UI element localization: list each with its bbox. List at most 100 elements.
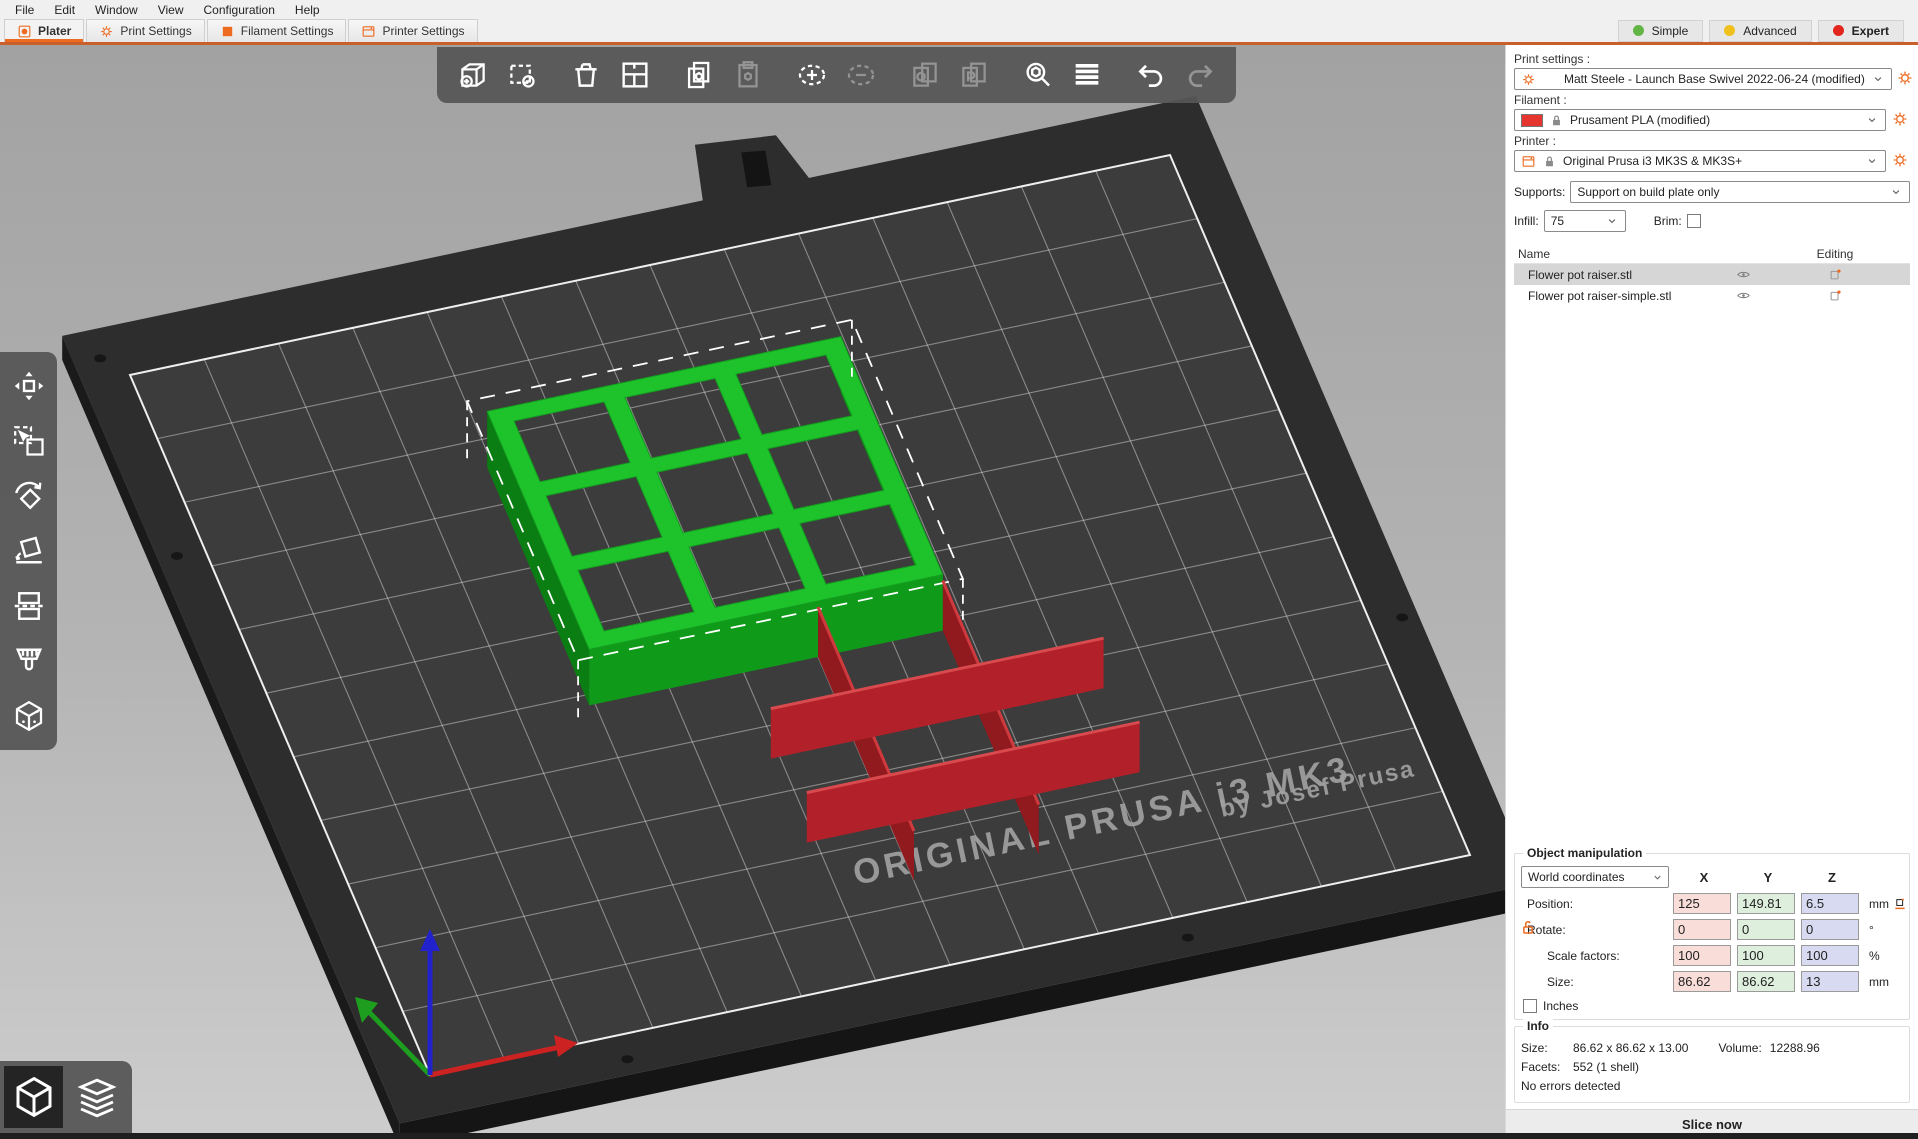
position-x-input[interactable] (1673, 893, 1731, 914)
split-to-parts-icon (957, 58, 991, 92)
undo-button[interactable] (1131, 55, 1171, 95)
split-to-parts-button[interactable] (954, 55, 994, 95)
eye-icon[interactable] (1736, 267, 1751, 282)
tab-filament-settings[interactable]: Filament Settings (207, 19, 347, 42)
menu-bar: File Edit Window View Configuration Help (0, 0, 1918, 19)
scale-z-input[interactable] (1801, 945, 1859, 966)
sliced-layers-icon (73, 1073, 121, 1121)
3d-editor-view-button[interactable] (4, 1066, 63, 1128)
supports-value: Support on build plate only (1577, 185, 1883, 199)
size-z-input[interactable] (1801, 971, 1859, 992)
info-facets-value: 552 (1 shell) (1573, 1058, 1639, 1077)
build-plate-scene[interactable]: ORIGINAL PRUSA i3 MK3 by Josef Prusa (0, 45, 1505, 1139)
cut-tool-button[interactable] (9, 586, 49, 626)
menu-window[interactable]: Window (86, 1, 147, 19)
edit-filament-button[interactable] (1890, 110, 1910, 130)
info-size-value: 86.62 x 86.62 x 13.00 (1573, 1039, 1688, 1058)
window-bottom-edge (0, 1133, 1918, 1139)
3d-viewport[interactable]: ORIGINAL PRUSA i3 MK3 by Josef Prusa (0, 45, 1505, 1139)
plater-top-toolbar (437, 47, 1236, 103)
mode-expert-button[interactable]: Expert (1818, 20, 1904, 42)
size-unit: mm (1865, 975, 1918, 989)
position-y-input[interactable] (1737, 893, 1795, 914)
infill-combo[interactable]: 75 (1544, 210, 1626, 232)
axis-x-header: X (1673, 870, 1735, 885)
search-icon (1021, 58, 1055, 92)
move-tool-button[interactable] (9, 366, 49, 406)
axis-y-header: Y (1737, 870, 1799, 885)
expert-mode-dot-icon (1833, 25, 1844, 36)
variable-layer-height-button[interactable] (1067, 55, 1107, 95)
prusaslicer-window: File Edit Window View Configuration Help… (0, 0, 1918, 1139)
add-instance-icon (795, 58, 829, 92)
arrange-button[interactable] (615, 55, 655, 95)
cut-icon (11, 588, 47, 624)
place-on-face-tool-button[interactable] (9, 531, 49, 571)
size-y-input[interactable] (1737, 971, 1795, 992)
menu-edit[interactable]: Edit (45, 1, 84, 19)
chevron-down-icon (1605, 214, 1619, 228)
scale-tool-button[interactable] (9, 421, 49, 461)
paint-supports-tool-button[interactable] (9, 641, 49, 681)
scale-y-input[interactable] (1737, 945, 1795, 966)
print-settings-value: Matt Steele - Launch Base Swivel 2022-06… (1564, 72, 1865, 86)
object-row-flower-pot-raiser-simple[interactable]: Flower pot raiser-simple.stl (1514, 285, 1910, 306)
rotate-z-input[interactable] (1801, 919, 1859, 940)
menu-file[interactable]: File (6, 1, 43, 19)
menu-help[interactable]: Help (286, 1, 329, 19)
delete-all-button[interactable] (566, 55, 606, 95)
supports-combo[interactable]: Support on build plate only (1570, 181, 1910, 203)
edit-object-icon[interactable] (1828, 267, 1843, 282)
tab-printer-settings[interactable]: Printer Settings (348, 19, 477, 42)
rotate-label: Rotate: (1521, 923, 1671, 937)
rotate-x-input[interactable] (1673, 919, 1731, 940)
add-button[interactable] (453, 55, 493, 95)
position-z-input[interactable] (1801, 893, 1859, 914)
eye-icon[interactable] (1736, 288, 1751, 303)
preview-button[interactable] (67, 1066, 126, 1128)
printer-combo[interactable]: Original Prusa i3 MK3S & MK3S+ (1514, 150, 1886, 172)
drop-to-bed-icon[interactable] (1893, 897, 1907, 911)
position-label: Position: (1521, 897, 1671, 911)
gear-icon (99, 24, 114, 39)
edit-print-settings-button[interactable] (1896, 69, 1914, 89)
mode-advanced-button[interactable]: Advanced (1709, 20, 1811, 42)
rotate-y-input[interactable] (1737, 919, 1795, 940)
filament-combo[interactable]: Prusament PLA (modified) (1514, 109, 1886, 131)
object-name: Flower pot raiser.stl (1514, 268, 1726, 282)
paste-button[interactable] (728, 55, 768, 95)
inches-checkbox[interactable] (1523, 999, 1537, 1013)
search-button[interactable] (1018, 55, 1058, 95)
print-settings-combo[interactable]: Matt Steele - Launch Base Swivel 2022-06… (1514, 68, 1892, 90)
redo-button[interactable] (1180, 55, 1220, 95)
tab-printer-settings-label: Printer Settings (382, 24, 464, 38)
rotate-tool-button[interactable] (9, 476, 49, 516)
delete-button[interactable] (502, 55, 542, 95)
scale-x-input[interactable] (1673, 945, 1731, 966)
size-x-input[interactable] (1673, 971, 1731, 992)
simple-mode-dot-icon (1633, 25, 1644, 36)
seam-painting-tool-button[interactable] (9, 696, 49, 736)
name-column-header[interactable]: Name (1514, 247, 1726, 261)
coordinates-select[interactable]: World coordinates (1521, 866, 1669, 888)
remove-instance-button[interactable] (841, 55, 881, 95)
uniform-scale-lock-icon[interactable] (1519, 918, 1537, 936)
object-name: Flower pot raiser-simple.stl (1514, 289, 1726, 303)
rotate-unit: ° (1865, 923, 1918, 937)
mode-simple-button[interactable]: Simple (1618, 20, 1704, 42)
menu-configuration[interactable]: Configuration (195, 1, 284, 19)
gear-icon (1891, 151, 1909, 169)
axis-z-header: Z (1801, 870, 1863, 885)
object-row-flower-pot-raiser[interactable]: Flower pot raiser.stl (1514, 264, 1910, 285)
add-instance-button[interactable] (792, 55, 832, 95)
tab-print-settings[interactable]: Print Settings (86, 19, 204, 42)
move-icon (11, 368, 47, 404)
gizmo-toolbar (0, 352, 57, 750)
copy-button[interactable] (679, 55, 719, 95)
split-to-objects-button[interactable] (905, 55, 945, 95)
menu-view[interactable]: View (149, 1, 193, 19)
edit-object-icon[interactable] (1828, 288, 1843, 303)
edit-printer-button[interactable] (1890, 151, 1910, 171)
tab-plater[interactable]: Plater (4, 19, 84, 42)
brim-checkbox[interactable] (1687, 214, 1701, 228)
